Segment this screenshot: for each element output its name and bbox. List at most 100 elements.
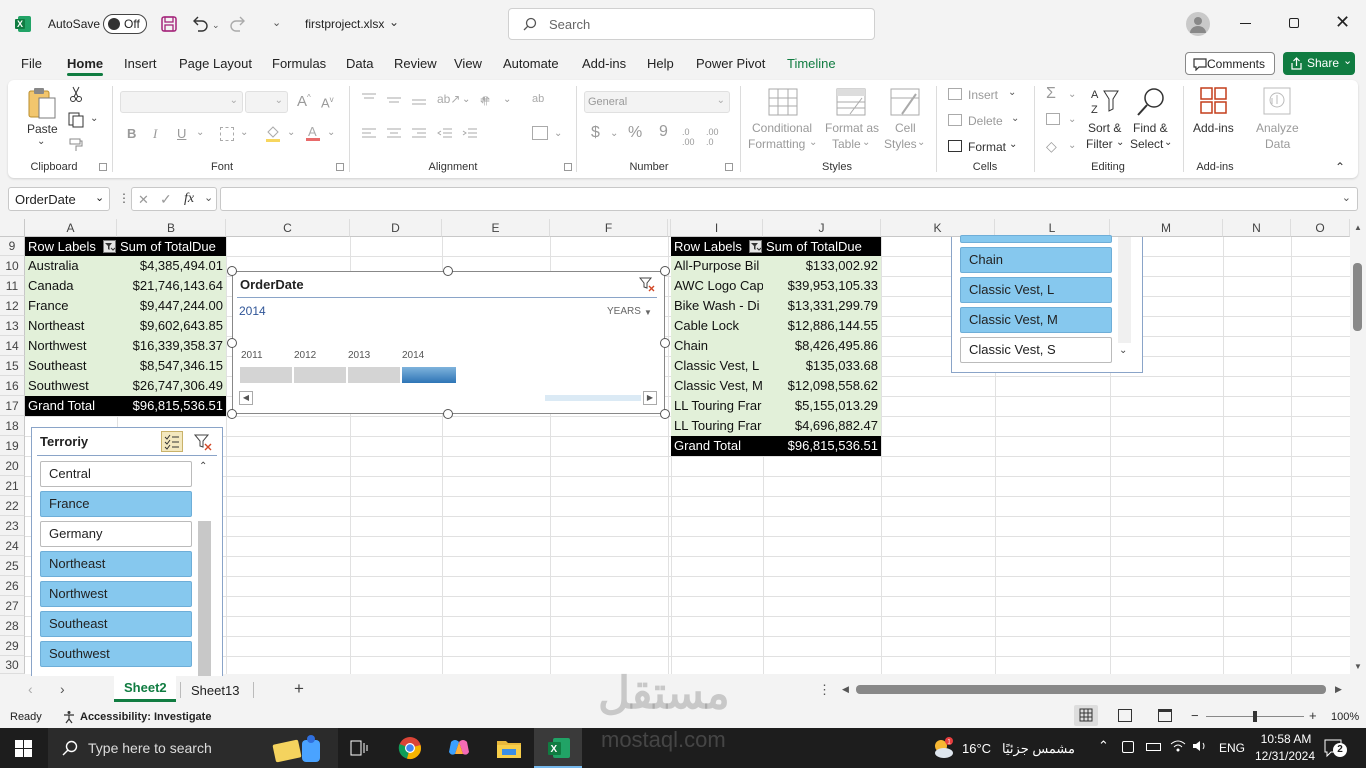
timeline-level-chevron-icon[interactable]: ▼	[644, 308, 652, 317]
sheet-tab-sheet2[interactable]: Sheet2	[114, 676, 176, 702]
sort-filter-label2[interactable]: Filter	[1086, 137, 1113, 151]
column-header-f[interactable]: F	[550, 219, 668, 237]
merge-chevron-icon[interactable]: ⌄	[554, 128, 562, 139]
weather-temperature[interactable]: 16°C	[962, 741, 991, 756]
row-header[interactable]: 17	[0, 396, 25, 416]
slicer-item[interactable]: Classic Vest, S	[960, 337, 1112, 363]
text-direction-chevron-icon[interactable]: ⌄	[503, 94, 511, 105]
clipboard-launcher-icon[interactable]	[99, 163, 107, 171]
delete-chevron-icon[interactable]: ⌄	[1011, 113, 1019, 124]
vertical-scrollbar[interactable]: ▲ ▼	[1350, 219, 1366, 674]
number-launcher-icon[interactable]	[725, 163, 733, 171]
conditional-chevron-icon[interactable]: ⌄	[809, 137, 817, 148]
currency-chevron-icon[interactable]: ⌄	[610, 128, 618, 139]
pivot2-row-value[interactable]: $4,696,882.47	[763, 416, 881, 436]
pivot2-row-value[interactable]: $12,886,144.55	[763, 316, 881, 336]
meet-icon[interactable]	[1122, 741, 1134, 753]
scroll-down-icon[interactable]: ▼	[1354, 662, 1362, 671]
find-select-label[interactable]: Find &	[1133, 121, 1168, 135]
slicer-item-selected[interactable]: Southwest	[40, 641, 192, 667]
tab-timeline[interactable]: Timeline	[787, 56, 836, 71]
orientation-chevron-icon[interactable]: ⌄	[462, 94, 470, 105]
slicer-item[interactable]: Central	[40, 461, 192, 487]
pivot2-row-value[interactable]: $8,426,495.86	[763, 336, 881, 356]
align-top-icon[interactable]	[361, 93, 377, 105]
align-right-icon[interactable]	[411, 128, 427, 140]
copy-icon[interactable]	[68, 112, 84, 128]
cell-styles-icon[interactable]	[890, 88, 920, 116]
minimize-icon[interactable]	[1240, 23, 1251, 24]
pivot2-row-label[interactable]: Chain	[671, 336, 763, 356]
pivot1-row-value[interactable]: $26,747,306.49	[117, 376, 226, 396]
add-ins-icon[interactable]	[1199, 86, 1229, 116]
resize-handle[interactable]	[660, 266, 670, 276]
search-highlight-icon[interactable]	[270, 734, 330, 764]
merge-center-icon[interactable]	[532, 126, 548, 140]
wifi-icon[interactable]	[1170, 739, 1186, 753]
row-header[interactable]: 28	[0, 616, 25, 636]
windows-start-icon[interactable]	[15, 740, 32, 757]
slicer-scrollbar-track[interactable]	[1118, 237, 1131, 343]
pivot2-row-label[interactable]: LL Touring Frar	[671, 416, 763, 436]
expand-formula-icon[interactable]: ⌄	[1342, 191, 1351, 204]
resize-handle[interactable]	[443, 409, 453, 419]
row-header[interactable]: 18	[0, 416, 25, 436]
tray-overflow-icon[interactable]: ⌃	[1098, 738, 1109, 754]
pivot2-row-label[interactable]: Classic Vest, M	[671, 376, 763, 396]
row-header[interactable]: 12	[0, 296, 25, 316]
alignment-launcher-icon[interactable]	[564, 163, 572, 171]
delete-cells-label[interactable]: Delete	[968, 114, 1003, 128]
timeline-level-label[interactable]: YEARS	[607, 306, 641, 317]
format-cells-label[interactable]: Format	[968, 140, 1006, 154]
increase-font-icon[interactable]: A^	[297, 93, 311, 110]
tab-page-layout[interactable]: Page Layout	[179, 56, 252, 71]
slicer-item-selected[interactable]: Northeast	[40, 551, 192, 577]
conditional-formatting-label[interactable]: Conditional	[752, 121, 812, 135]
sheet-tab-sheet13[interactable]: Sheet13	[191, 683, 239, 698]
zoom-in-icon[interactable]: +	[1309, 708, 1317, 723]
fill-color-icon[interactable]	[265, 125, 281, 143]
cell-styles-label[interactable]: Cell	[895, 121, 916, 135]
slicer-item-selected[interactable]: Chain	[960, 247, 1112, 273]
clear-icon[interactable]: ◇	[1046, 138, 1057, 155]
tab-file[interactable]: File	[21, 56, 42, 71]
underline-icon[interactable]: U	[177, 126, 186, 141]
zoom-out-icon[interactable]: −	[1191, 708, 1199, 723]
row-header[interactable]: 22	[0, 496, 25, 516]
row-header[interactable]: 27	[0, 596, 25, 616]
zoom-level[interactable]: 100%	[1331, 711, 1359, 723]
percent-icon[interactable]: %	[628, 124, 642, 142]
pivot2-row-labels-header[interactable]: Row Labels	[671, 237, 763, 256]
filename-chevron-icon[interactable]: ⌄	[389, 15, 399, 29]
pivot1-row-value[interactable]: $8,547,346.15	[117, 356, 226, 376]
row-header[interactable]: 24	[0, 536, 25, 556]
row-header[interactable]: 23	[0, 516, 25, 536]
resize-handle[interactable]	[227, 338, 237, 348]
timeline-period-bar[interactable]	[348, 367, 400, 383]
row-header[interactable]: 10	[0, 256, 25, 276]
battery-icon[interactable]	[1146, 743, 1161, 751]
format-as-table-label[interactable]: Format as	[825, 121, 879, 135]
resize-handle[interactable]	[227, 266, 237, 276]
add-ins-label[interactable]: Add-ins	[1193, 121, 1234, 135]
pivot2-row-value[interactable]: $135,033.68	[763, 356, 881, 376]
autosave-toggle[interactable]: Off	[103, 14, 147, 34]
insert-cells-icon[interactable]	[948, 88, 962, 100]
tab-power-pivot[interactable]: Power Pivot	[696, 56, 765, 71]
file-name[interactable]: firstproject.xlsx	[305, 17, 384, 31]
fill-chevron-icon[interactable]: ⌄	[287, 127, 295, 138]
text-direction-icon[interactable]: ¶	[482, 95, 488, 107]
scrollbar-thumb[interactable]	[1353, 263, 1362, 331]
cell-styles-label2[interactable]: Styles	[884, 137, 917, 151]
align-center-icon[interactable]	[386, 128, 402, 140]
slicer-item-selected[interactable]: Classic Vest, L	[960, 277, 1112, 303]
find-select-label2[interactable]: Select	[1130, 137, 1163, 151]
pivot2-row-value[interactable]: $13,331,299.79	[763, 296, 881, 316]
cancel-entry-icon[interactable]: ✕	[138, 192, 149, 208]
italic-icon[interactable]: I	[153, 126, 157, 142]
share-button[interactable]: Share ⌄	[1283, 52, 1355, 75]
pivot2-row-label[interactable]: AWC Logo Cap	[671, 276, 763, 296]
resize-handle[interactable]	[660, 409, 670, 419]
row-header[interactable]: 15	[0, 356, 25, 376]
underline-chevron-icon[interactable]: ⌄	[196, 127, 204, 138]
